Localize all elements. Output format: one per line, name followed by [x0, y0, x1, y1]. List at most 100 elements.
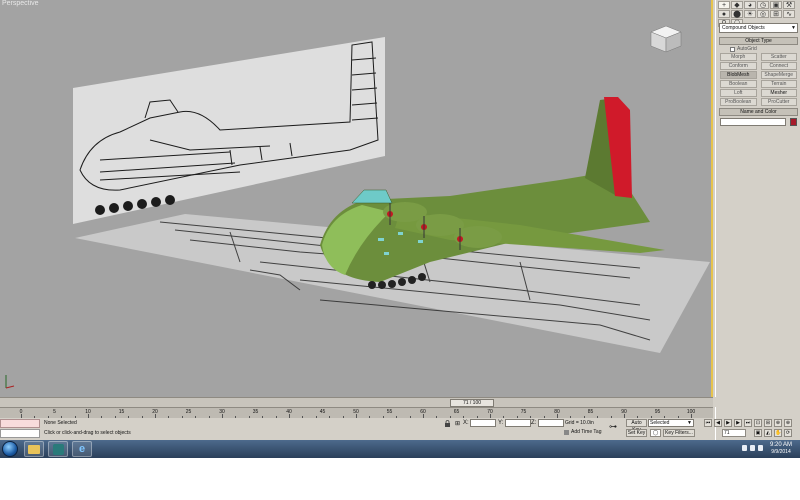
z-coordinate-input[interactable]: [538, 419, 564, 427]
time-slider[interactable]: 71 / 100: [0, 397, 713, 407]
shapemerge-button[interactable]: ShapeMerge: [760, 71, 797, 79]
y-coordinate-input[interactable]: [505, 419, 531, 427]
selection-lock-icon[interactable]: [444, 420, 451, 427]
spacewarps-tab[interactable]: ∿: [783, 10, 795, 18]
chevron-down-icon: ▼: [791, 25, 796, 31]
object-type-rollout[interactable]: Object Type: [719, 37, 798, 45]
time-tag-icon: [564, 429, 569, 435]
current-frame-input[interactable]: 71: [722, 429, 746, 437]
add-time-tag-button[interactable]: Add Time Tag: [564, 429, 601, 435]
track-tick-label: 25: [185, 409, 192, 415]
status-bar: None Selected Click or click-and-drag to…: [0, 418, 713, 440]
cockpit-windows: [351, 189, 393, 204]
go-to-end-icon[interactable]: ⏭: [744, 419, 752, 427]
action-center-icon[interactable]: [742, 445, 747, 451]
proboolean-button[interactable]: ProBoolean: [720, 98, 757, 106]
go-to-start-icon[interactable]: ⏮: [704, 419, 712, 427]
3dsmax-taskbar-button[interactable]: [48, 441, 68, 457]
autogrid-toggle[interactable]: AutoGrid: [730, 46, 757, 52]
time-slider-thumb[interactable]: 71 / 100: [450, 399, 494, 407]
key-icon[interactable]: ⊶: [609, 422, 617, 431]
conform-button[interactable]: Conform: [720, 62, 757, 70]
next-frame-icon[interactable]: ▶: [734, 419, 742, 427]
set-key-icon[interactable]: ◯: [650, 429, 661, 437]
sphere-tab[interactable]: ●: [718, 10, 730, 18]
viewcube-icon[interactable]: [646, 20, 686, 56]
mesher-button[interactable]: Mesher: [760, 89, 797, 97]
helpers-tab[interactable]: ⊞: [770, 10, 782, 18]
command-panel-tabs: + ◆ ◕ ◷ ▣ ⚒ ● ⬤ ☀ ◎ ⊞ ∿ ⚲ ⎔: [718, 1, 798, 27]
ie-taskbar-button[interactable]: e: [72, 441, 92, 457]
key-filters-button[interactable]: Key Filters...: [663, 429, 695, 437]
scene-render: [5, 37, 710, 389]
previous-frame-icon[interactable]: ◀: [714, 419, 722, 427]
object-color-swatch[interactable]: [790, 118, 797, 126]
key-mode-dropdown[interactable]: Selected ▼: [648, 419, 694, 427]
zoom-all-icon[interactable]: ⊕: [784, 419, 792, 427]
start-button[interactable]: [2, 441, 18, 457]
geometry-tab[interactable]: ◆: [731, 1, 743, 9]
maxscript-listener-input[interactable]: [0, 419, 40, 428]
network-icon[interactable]: [750, 445, 755, 451]
motion-tab[interactable]: ◷: [757, 1, 769, 9]
zoom-icon[interactable]: ⊕: [774, 419, 782, 427]
boolean-button[interactable]: Boolean: [720, 80, 757, 88]
track-bar[interactable]: 0 5 10 15 20 25 30 35 40 45 50 55 60 65 70 75 80 85 90 95 10…: [0, 407, 713, 418]
clock-date: 9/9/2014: [771, 449, 791, 455]
key-mode-value: Selected: [650, 420, 670, 426]
3dsmax-icon: [52, 443, 64, 455]
track-tick-label: 95: [654, 409, 661, 415]
category-value: Compound Objects: [722, 25, 765, 31]
system-tray: [742, 445, 763, 451]
track-tick-label: 55: [386, 409, 393, 415]
loft-button[interactable]: Loft: [720, 89, 757, 97]
category-dropdown[interactable]: Compound Objects ▼: [719, 23, 798, 33]
shapes-tab[interactable]: ◕: [744, 1, 756, 9]
volume-icon[interactable]: [758, 445, 763, 451]
cameras-tab[interactable]: ◎: [757, 10, 769, 18]
procutter-button[interactable]: ProCutter: [760, 98, 797, 106]
auto-key-button[interactable]: Auto Key: [626, 419, 647, 433]
taskbar-clock[interactable]: 9:20 AM 9/9/2014: [764, 441, 798, 456]
explorer-taskbar-button[interactable]: [24, 441, 44, 457]
track-tick-label: 15: [118, 409, 125, 415]
3dsmax-window: Perspective + ◆ ◕ ◷ ▣ ⚒ ● ⬤ ☀ ◎ ⊞ ∿ Comp…: [0, 0, 800, 458]
zoom-extents-icon[interactable]: ▣: [754, 429, 762, 437]
command-panel: + ◆ ◕ ◷ ▣ ⚒ ● ⬤ ☀ ◎ ⊞ ∿ ⚲ ⎔ Compound Obj…: [715, 0, 800, 397]
field-of-view-icon[interactable]: ◭: [764, 429, 772, 437]
terrain-button[interactable]: Terrain: [760, 80, 797, 88]
create-tab[interactable]: +: [718, 1, 730, 9]
axis-gizmo-icon: [5, 375, 15, 389]
blobmesh-button[interactable]: BlobMesh: [720, 71, 757, 79]
play-icon[interactable]: ▶: [724, 419, 732, 427]
pan-view-icon[interactable]: ✋: [774, 429, 782, 437]
lights-tab[interactable]: ☀: [744, 10, 756, 18]
perspective-viewport[interactable]: Perspective: [0, 0, 713, 397]
x-coordinate-input[interactable]: [470, 419, 496, 427]
folder-icon: [28, 444, 40, 454]
grid-spacing: Grid = 10.0in: [565, 420, 594, 426]
track-tick-label: 5: [53, 409, 56, 415]
track-tick-label: 45: [319, 409, 326, 415]
add-time-tag-label: Add Time Tag: [571, 429, 602, 435]
orbit-icon[interactable]: ⟳: [784, 429, 792, 437]
playback-navigation: ⏮ ◀ ▶ ▶ ⏭ 71 ⊡ ⊞ ⊕ ⊕ ▣ ◭ ✋ ⟳: [704, 407, 800, 440]
key-mode-icon[interactable]: ⊡: [754, 419, 762, 427]
scatter-button[interactable]: Scatter: [760, 53, 797, 61]
absolute-mode-icon[interactable]: ⊞: [455, 420, 460, 427]
autogrid-checkbox[interactable]: [730, 46, 735, 52]
display-tab[interactable]: ▣: [770, 1, 782, 9]
track-tick-label: 75: [520, 409, 527, 415]
morph-button[interactable]: Morph: [720, 53, 757, 61]
z-label: Z:: [531, 420, 537, 426]
dot-tab[interactable]: ⬤: [731, 10, 743, 18]
connect-button[interactable]: Connect: [760, 62, 797, 70]
maxscript-output[interactable]: [0, 429, 40, 438]
x-label: X:: [463, 420, 469, 426]
time-config-icon[interactable]: ⊞: [764, 419, 772, 427]
chevron-down-icon: ▼: [687, 420, 692, 426]
name-color-rollout[interactable]: Name and Color: [719, 108, 798, 116]
utilities-tab[interactable]: ⚒: [783, 1, 795, 9]
object-name-input[interactable]: [720, 118, 786, 126]
set-key-button[interactable]: Set Key: [626, 429, 647, 437]
